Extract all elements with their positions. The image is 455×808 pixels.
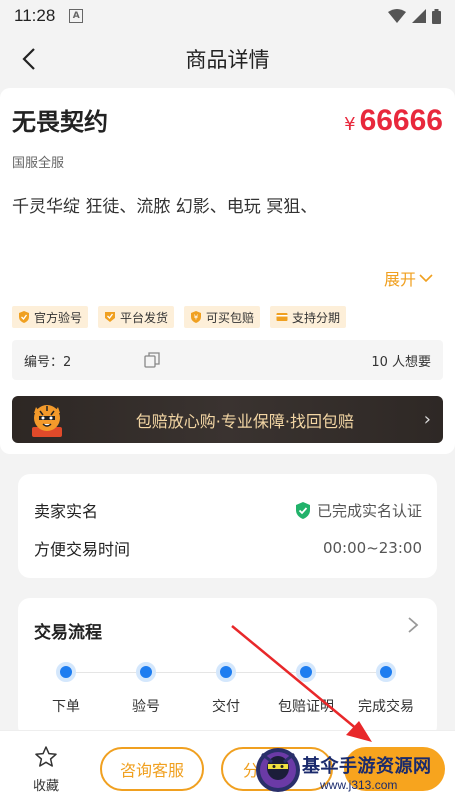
status-time: 11:28 [14, 6, 56, 25]
wants-count: 10 人想要 [371, 354, 431, 370]
notification-a-icon: A [69, 9, 84, 23]
signal-icon [412, 9, 426, 23]
seller-time-label: 方便交易时间 [34, 540, 131, 559]
favorite-label: 收藏 [32, 779, 59, 794]
watermark-text: 基伞手游资源网 [302, 756, 432, 777]
trade-flow-title: 交易流程 [34, 623, 102, 643]
battery-icon [432, 8, 441, 24]
step-label: 交付 [212, 699, 240, 715]
step-dot [56, 662, 76, 682]
chevron-down-icon [419, 274, 433, 283]
chevron-right-icon: › [423, 409, 431, 430]
status-bar: 11:28 A [0, 0, 455, 32]
card-icon [276, 313, 288, 321]
product-title: 无畏契约 [12, 108, 108, 136]
step-label: 下单 [52, 699, 80, 715]
seller-card: 卖家实名 已完成实名认证 方便交易时间 00:00~23:00 [18, 474, 437, 578]
flow-step: 交付 [186, 662, 266, 716]
favorite-button[interactable]: 收藏 [28, 745, 64, 794]
copy-icon[interactable] [144, 352, 160, 368]
seller-time-row: 方便交易时间 00:00~23:00 [34, 536, 422, 560]
flow-step: 完成交易 [346, 662, 426, 716]
wifi-icon [388, 9, 406, 23]
seller-realname-text: 已完成实名认证 [316, 501, 422, 520]
info-row: 编号：2 10 人想要 [12, 340, 443, 380]
server-label: 国服全服 [12, 156, 65, 171]
shield-check-icon [19, 311, 29, 323]
step-label: 包赔证明 [278, 699, 334, 715]
guarantee-banner[interactable]: 包赔放心购·专业保障·找回包赔 › [12, 396, 443, 443]
verified-shield-icon [295, 501, 310, 519]
tag-item: 支持分期 [270, 306, 347, 328]
watermark: 基伞手游资源网 www.j313.com [252, 744, 455, 804]
watermark-url: www.j313.com [320, 778, 398, 792]
tag-label: 支持分期 [292, 310, 341, 325]
price-value: 66666 [359, 104, 443, 137]
chevron-right-icon[interactable] [407, 616, 419, 634]
flow-step: 下单 [26, 662, 106, 716]
tag-item: 平台发货 [98, 306, 175, 328]
consult-label: 咨询客服 [119, 761, 184, 780]
currency-symbol: ¥ [344, 114, 356, 135]
back-button[interactable] [14, 44, 44, 74]
seller-realname-label: 卖家实名 [34, 502, 99, 521]
chevron-left-icon [22, 48, 35, 70]
ninja-logo-icon [256, 748, 300, 792]
tag-item: ¥ 可买包赔 [184, 306, 261, 328]
tiger-mascot-icon [32, 404, 62, 437]
flow-step: 包赔证明 [266, 662, 346, 716]
step-dot [136, 662, 156, 682]
product-card: 无畏契约 ¥ 66666 国服全服 千灵华绽 狂徒、流脓 幻影、电玩 冥狙、 展… [0, 88, 455, 454]
flow-step: 验号 [106, 662, 186, 716]
star-icon [35, 746, 57, 767]
tag-label: 可买包赔 [206, 310, 255, 325]
banner-text: 包赔放心购·专业保障·找回包赔 [135, 411, 354, 431]
step-label: 完成交易 [358, 699, 414, 715]
product-description: 千灵华绽 狂徒、流脓 幻影、电玩 冥狙、 [12, 197, 318, 217]
tag-label: 平台发货 [120, 310, 169, 325]
step-dot [376, 662, 396, 682]
seller-realname-row: 卖家实名 已完成实名认证 [34, 498, 422, 522]
nav-bar: 商品详情 [0, 32, 455, 86]
tag-list: 官方验号 平台发货 ¥ 可买包赔 支持分期 [12, 306, 347, 328]
tag-label: 官方验号 [34, 310, 83, 325]
consult-service-button[interactable]: 咨询客服 [100, 747, 204, 791]
product-id: 编号：2 [24, 354, 72, 370]
step-dot [296, 662, 316, 682]
shield-money-icon: ¥ [191, 311, 202, 323]
price: ¥ 66666 [344, 104, 443, 138]
expand-label: 展开 [383, 270, 416, 289]
svg-text:¥: ¥ [194, 314, 199, 322]
seller-realname-value: 已完成实名认证 [295, 500, 422, 521]
badge-check-icon [105, 312, 116, 322]
step-dot [216, 662, 236, 682]
page-title: 商品详情 [185, 48, 270, 72]
seller-time-value: 00:00~23:00 [322, 539, 422, 557]
expand-button[interactable]: 展开 [384, 266, 433, 290]
step-label: 验号 [132, 699, 160, 715]
status-icons [388, 8, 441, 24]
trade-flow-card[interactable]: 交易流程 下单 验号 交付 包赔证明 完成交易 [18, 598, 437, 738]
tag-item: 官方验号 [12, 306, 89, 328]
